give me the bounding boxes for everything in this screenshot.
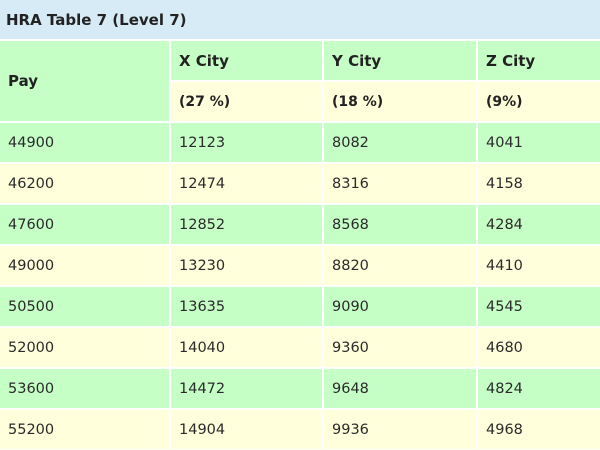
header-x-rate: (27 %) — [170, 81, 324, 123]
cell-pay: 47600 — [0, 204, 171, 246]
cell-y-city: 8568 — [323, 204, 478, 246]
header-y-city: Y City — [323, 40, 478, 82]
cell-z-city: 4824 — [477, 368, 600, 410]
cell-pay: 52000 — [0, 327, 171, 369]
cell-z-city: 4410 — [477, 245, 600, 287]
cell-y-city: 9090 — [323, 286, 478, 328]
header-y-rate: (18 %) — [323, 81, 478, 123]
header-row-cities: Pay X City Y City Z City — [0, 40, 600, 123]
table-row: 46200 12474 8316 4158 — [0, 163, 600, 205]
table-row: 53600 14472 9648 4824 — [0, 368, 600, 410]
cell-x-city: 12474 — [170, 163, 324, 205]
cell-z-city: 4041 — [477, 122, 600, 164]
cell-y-city: 9936 — [323, 409, 478, 450]
cell-y-city: 8316 — [323, 163, 478, 205]
cell-pay: 46200 — [0, 163, 171, 205]
cell-z-city: 4545 — [477, 286, 600, 328]
cell-z-city: 4680 — [477, 327, 600, 369]
cell-x-city: 12123 — [170, 122, 324, 164]
cell-x-city: 13230 — [170, 245, 324, 287]
cell-x-city: 14904 — [170, 409, 324, 450]
hra-table-container: HRA Table 7 (Level 7) Pay X City Y City … — [0, 0, 600, 450]
table-row: 49000 13230 8820 4410 — [0, 245, 600, 287]
header-z-rate: (9%) — [477, 81, 600, 123]
cell-z-city: 4284 — [477, 204, 600, 246]
table-row: 47600 12852 8568 4284 — [0, 204, 600, 246]
cell-pay: 53600 — [0, 368, 171, 410]
table-row: 44900 12123 8082 4041 — [0, 122, 600, 164]
header-x-city: X City — [170, 40, 324, 82]
cell-y-city: 8082 — [323, 122, 478, 164]
cell-pay: 44900 — [0, 122, 171, 164]
cell-x-city: 12852 — [170, 204, 324, 246]
hra-table: HRA Table 7 (Level 7) Pay X City Y City … — [0, 0, 600, 450]
cell-y-city: 9648 — [323, 368, 478, 410]
table-body: 44900 12123 8082 4041 46200 12474 8316 4… — [0, 122, 600, 450]
cell-y-city: 9360 — [323, 327, 478, 369]
cell-x-city: 14040 — [170, 327, 324, 369]
header-pay: Pay — [0, 40, 171, 123]
table-caption-row: HRA Table 7 (Level 7) — [0, 0, 600, 41]
cell-x-city: 13635 — [170, 286, 324, 328]
cell-x-city: 14472 — [170, 368, 324, 410]
header-z-city: Z City — [477, 40, 600, 82]
table-caption: HRA Table 7 (Level 7) — [0, 0, 600, 41]
cell-z-city: 4968 — [477, 409, 600, 450]
table-row: 50500 13635 9090 4545 — [0, 286, 600, 328]
table-row: 52000 14040 9360 4680 — [0, 327, 600, 369]
cell-y-city: 8820 — [323, 245, 478, 287]
cell-pay: 50500 — [0, 286, 171, 328]
table-row: 55200 14904 9936 4968 — [0, 409, 600, 450]
cell-z-city: 4158 — [477, 163, 600, 205]
cell-pay: 49000 — [0, 245, 171, 287]
cell-pay: 55200 — [0, 409, 171, 450]
